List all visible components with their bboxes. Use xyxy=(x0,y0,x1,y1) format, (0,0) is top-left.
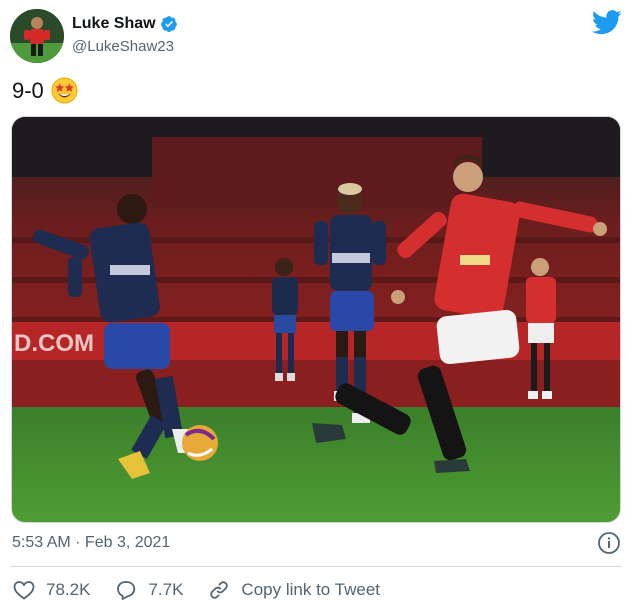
like-count: 78.2K xyxy=(46,580,91,599)
reply-count: 7.7K xyxy=(148,580,184,599)
copy-link-button[interactable]: Copy link to Tweet xyxy=(207,578,380,602)
tweet-actions: 78.2K 7.7K Copy link to Tweet xyxy=(12,578,380,602)
author-handle[interactable]: @LukeShaw23 xyxy=(72,38,174,55)
link-icon xyxy=(210,581,229,599)
tweet-photo[interactable]: D.COM xyxy=(11,116,621,523)
info-icon[interactable] xyxy=(597,531,621,555)
svg-text:D.COM: D.COM xyxy=(14,330,94,357)
star-struck-emoji-icon xyxy=(51,77,78,104)
tweet-text-row: 9-0 xyxy=(12,77,78,104)
tweet-text: 9-0 xyxy=(12,77,44,103)
heart-icon xyxy=(13,581,35,600)
copy-link-label: Copy link to Tweet xyxy=(241,580,381,599)
tweet-timestamp[interactable]: 5:53 AM · Feb 3, 2021 xyxy=(12,534,170,552)
reply-bubble-icon xyxy=(117,581,136,600)
avatar[interactable] xyxy=(10,9,64,63)
twitter-bird-icon[interactable] xyxy=(591,10,622,35)
reply-button[interactable]: 7.7K xyxy=(114,578,183,602)
divider xyxy=(10,566,622,567)
display-name[interactable]: Luke Shaw xyxy=(72,15,156,33)
author-name-row[interactable]: Luke Shaw xyxy=(72,15,178,33)
verified-badge-icon xyxy=(160,15,178,33)
tweet-card: Luke Shaw @LukeShaw23 9-0 D.COM 5:53 AM … xyxy=(0,0,630,604)
like-button[interactable]: 78.2K xyxy=(12,578,90,602)
